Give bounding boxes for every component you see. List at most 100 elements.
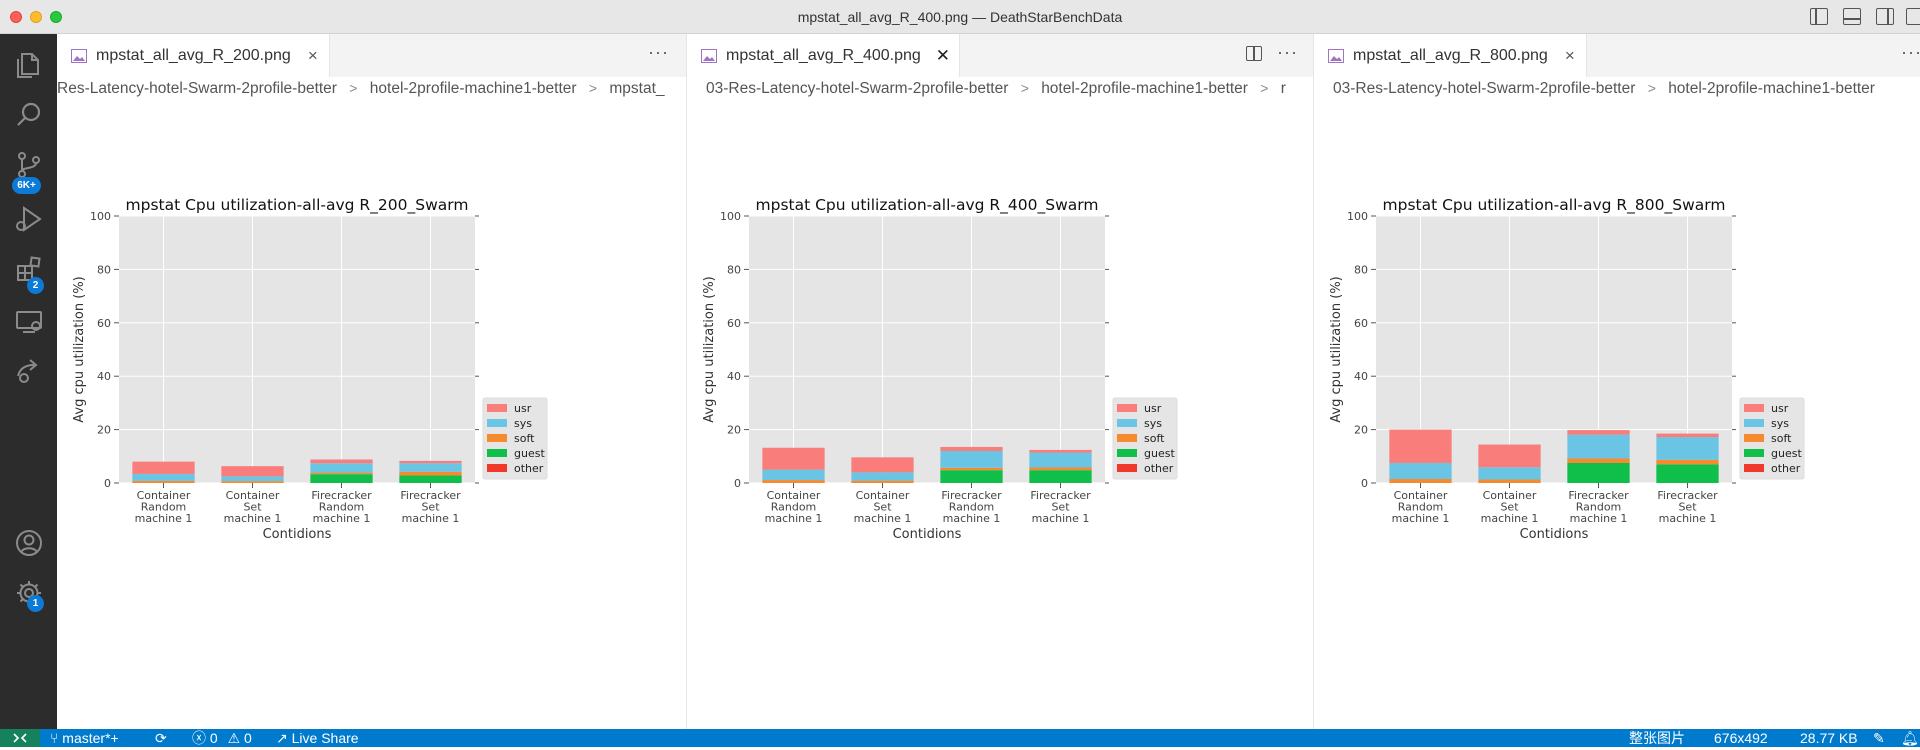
manage-badge: 1 [27,595,44,612]
manage-gear-icon[interactable]: 1 [0,568,57,618]
bar-segment-usr [762,447,825,470]
search-icon[interactable] [0,90,57,140]
breadcrumb-file[interactable]: r [1281,80,1286,98]
more-actions-icon[interactable]: ··· [1277,42,1298,63]
chevron-right-icon: > [1020,80,1029,96]
error-icon: ⓧ [192,730,210,746]
legend-label: sys [514,417,532,430]
bar-segment-sys [1567,434,1630,459]
legend-swatch [1117,404,1137,412]
editor-pane-3: mpstat_all_avg_R_800.png × ··· 03-Res-La… [1313,34,1920,729]
legend-label: soft [1144,432,1165,445]
bar-segment-usr [1567,430,1630,435]
toggle-primary-sidebar-icon[interactable] [1810,8,1828,25]
x-tick-label: machine 1 [854,512,912,525]
tab-file[interactable]: mpstat_all_avg_R_200.png × [57,34,330,77]
toggle-panel-icon[interactable] [1843,8,1861,25]
tab-label: mpstat_all_avg_R_200.png [96,46,291,64]
more-actions-icon[interactable]: ··· [1901,42,1920,63]
chart-r200: 020406080100ContainerRandommachine 1Cont… [72,196,548,542]
bar-segment-soft [132,480,195,483]
chevron-right-icon: > [588,80,598,96]
extensions-icon[interactable]: 2 [0,244,57,294]
tab-label: mpstat_all_avg_R_800.png [1353,46,1548,64]
tab-file[interactable]: mpstat_all_avg_R_800.png × [1314,34,1587,77]
chevron-right-icon: > [1260,80,1269,96]
live-share-icon[interactable] [0,346,57,396]
live-share-status[interactable]: ↗ Live Share [276,729,359,747]
bar-segment-guest [1567,462,1630,483]
legend-label: other [1144,462,1174,475]
activity-bar: 6K+ 2 1 [0,34,57,729]
breadcrumb: 03-Res-Latency-hotel-Swarm-2profile-bett… [1314,77,1920,101]
legend-label: guest [1144,447,1175,460]
breadcrumb-folder[interactable]: hotel-2profile-machine1-better [1041,80,1248,98]
branch-name: master*+ [62,730,119,746]
problems-status[interactable]: ⓧ 0 ⚠ 0 [192,729,252,747]
x-tick-label: machine 1 [313,512,371,525]
close-icon[interactable]: × [1562,46,1578,66]
bar-segment-usr [851,457,914,473]
bar-segment-guest [940,470,1003,483]
feedback-icon[interactable]: ✎ [1873,729,1885,747]
breadcrumb-folder[interactable]: Res-Latency-hotel-Swarm-2profile-better [57,80,337,98]
status-bar: ⑂ master*+ ⟳ ⓧ 0 ⚠ 0 ↗ Live Share 整张图片 6… [0,729,1920,747]
x-tick-label: machine 1 [1570,512,1628,525]
more-actions-icon[interactable]: ··· [648,42,669,63]
breadcrumb-folder[interactable]: 03-Res-Latency-hotel-Swarm-2profile-bett… [706,80,1008,98]
bar-segment-usr [1656,433,1719,438]
remote-explorer-icon[interactable] [0,296,57,346]
explorer-icon[interactable] [0,40,57,90]
y-tick-label: 0 [1361,477,1368,490]
notifications-icon[interactable]: 🔔︎ [1901,729,1919,747]
breadcrumb-folder[interactable]: 03-Res-Latency-hotel-Swarm-2profile-bett… [1333,80,1635,98]
image-view-label[interactable]: 整张图片 [1629,729,1685,747]
bar-segment-guest [399,475,462,483]
split-editor-icon[interactable] [1246,46,1262,61]
bar-segment-guest [1029,470,1092,483]
branch-status[interactable]: ⑂ master*+ [50,729,119,747]
remote-indicator-icon[interactable] [0,729,40,747]
customize-layout-icon[interactable] [1906,8,1920,25]
y-tick-label: 60 [727,317,741,330]
legend-swatch [1117,419,1137,427]
bar-segment-soft [1029,467,1092,471]
close-icon[interactable]: × [305,46,321,66]
legend-label: soft [1771,432,1792,445]
bar-segment-sys [221,476,284,482]
run-debug-icon[interactable] [0,194,57,244]
chart-title: mpstat Cpu utilization-all-avg R_800_Swa… [1383,196,1726,215]
image-file-icon [701,48,717,63]
tab-strip: mpstat_all_avg_R_200.png × ··· [57,34,686,77]
legend-label: soft [514,432,535,445]
bar-segment-usr [310,459,373,464]
tab-strip: mpstat_all_avg_R_400.png ✕ ··· [687,34,1313,77]
breadcrumb-file[interactable]: mpstat_ [609,80,664,98]
y-axis-label: Avg cpu utilization (%) [1329,276,1344,422]
live-share-label: Live Share [291,730,359,746]
image-dimensions: 676x492 [1714,730,1768,746]
legend-swatch [487,404,507,412]
toggle-secondary-sidebar-icon[interactable] [1876,8,1894,25]
y-tick-label: 40 [727,370,741,383]
bar-segment-usr [1389,429,1452,463]
breadcrumb-folder[interactable]: hotel-2profile-machine1-better [1668,80,1875,98]
legend-label: sys [1144,417,1162,430]
bar-segment-sys [1478,467,1541,480]
chevron-right-icon: > [349,80,358,96]
y-tick-label: 20 [97,424,111,437]
source-control-icon[interactable]: 6K+ [0,140,57,194]
bar-segment-usr [221,466,284,477]
editor-pane-2: mpstat_all_avg_R_400.png ✕ ··· 03-Res-La… [686,34,1313,729]
legend-swatch [487,419,507,427]
account-icon[interactable] [0,518,57,568]
bar-segment-sys [310,463,373,473]
tab-file-active[interactable]: mpstat_all_avg_R_400.png ✕ [687,34,960,77]
y-tick-label: 100 [720,210,741,223]
bar-segment-sys [1029,452,1092,468]
close-icon[interactable]: ✕ [935,46,951,66]
chart-title: mpstat Cpu utilization-all-avg R_400_Swa… [756,196,1099,215]
sync-icon[interactable]: ⟳ [155,729,167,747]
bar-segment-soft [1656,459,1719,465]
breadcrumb-folder[interactable]: hotel-2profile-machine1-better [370,80,577,98]
